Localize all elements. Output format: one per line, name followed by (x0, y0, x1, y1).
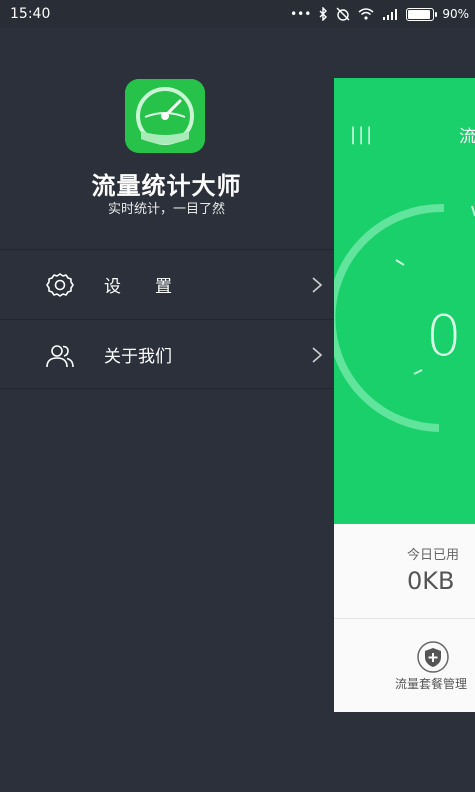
today-used-value: 0KB (407, 567, 455, 595)
chevron-right-icon (310, 346, 324, 364)
gear-icon (44, 272, 76, 300)
drawer-menu: 设 置 关于我们 (0, 249, 336, 389)
today-used-label: 今日已用 (407, 548, 460, 563)
notification-dots: ••• (290, 7, 312, 21)
menu-label-settings: 设 置 (104, 277, 172, 297)
app-title: 流量统计大师 (91, 172, 242, 200)
wifi-icon (358, 8, 374, 20)
speedometer-logo-icon (125, 79, 205, 153)
navigation-drawer: 流量统计大师 实时统计，一目了然 设 置 关于我们 (0, 28, 336, 792)
app-subtitle: 实时统计，一目了然 (107, 202, 225, 217)
menu-item-about-us[interactable]: 关于我们 (0, 319, 336, 389)
users-icon (44, 342, 76, 370)
dashboard-header: ||| 流 0 (334, 78, 475, 524)
shield-plus-icon[interactable] (417, 641, 449, 673)
chevron-right-icon (310, 276, 324, 294)
plan-management-label[interactable]: 流量套餐管理 (395, 675, 467, 692)
divider (334, 618, 475, 619)
alarm-off-icon (336, 7, 350, 21)
battery-icon (406, 7, 438, 21)
menu-label-about-us: 关于我们 (104, 346, 172, 367)
header-title: 流 (459, 127, 475, 147)
signal-icon (382, 8, 398, 20)
menu-item-settings[interactable]: 设 置 (0, 249, 336, 319)
bluetooth-icon (319, 7, 328, 21)
battery-percent: 90% (442, 7, 469, 21)
menu-toggle-button[interactable]: ||| (350, 124, 374, 145)
gauge-value: 0 (426, 304, 462, 369)
status-bar: 15:40 ••• 90% (0, 0, 475, 28)
status-time: 15:40 (10, 6, 51, 22)
battery-fill (408, 9, 430, 19)
app-logo (125, 79, 205, 153)
main-panel[interactable]: ||| 流 0 今日已用 0KB 流量套餐管理 (334, 78, 475, 712)
status-icons: ••• 90% (290, 7, 469, 21)
